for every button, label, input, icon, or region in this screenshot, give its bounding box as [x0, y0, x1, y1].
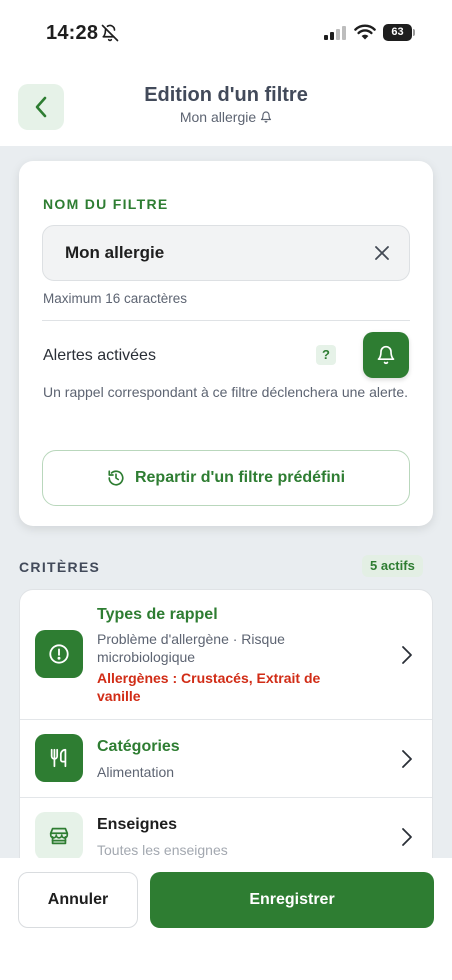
criteria-item-title: Enseignes: [97, 816, 178, 833]
filter-card: NOM DU FILTRE Maximum 16 caractères Aler…: [19, 161, 433, 526]
active-count-badge: 5 actifs: [362, 555, 423, 577]
cancel-button[interactable]: Annuler: [18, 872, 138, 928]
cellular-signal-icon: [324, 26, 346, 40]
chevron-right-icon: [402, 646, 412, 664]
criteria-item-title: Types de rappel: [97, 606, 218, 623]
alert-circle-icon: [49, 644, 69, 664]
bell-slash-icon: [101, 24, 119, 42]
bell-icon: [377, 345, 395, 365]
store-icon: [49, 827, 69, 845]
criteria-item-subtitle: Toutes les enseignes: [97, 842, 228, 858]
page-title: Edition d'un filtre: [144, 84, 308, 106]
page-subtitle: Mon allergie: [0, 109, 452, 125]
filter-name-input[interactable]: [65, 226, 345, 280]
recall-type-icon-container: [35, 630, 83, 678]
chevron-right-icon: [402, 828, 412, 846]
alerts-toggle-button[interactable]: [363, 332, 409, 378]
fork-knife-icon: [50, 748, 67, 768]
alerts-label: Alertes activées: [43, 347, 156, 364]
character-limit-hint: Maximum 16 caractères: [43, 291, 188, 306]
criteria-item-subtitle: Problème d'allergène · Risque microbiolo…: [97, 631, 285, 665]
status-time: 14:28: [46, 22, 99, 44]
criteria-list: Types de rappel Problème d'allergène · R…: [19, 589, 433, 858]
content-area: NOM DU FILTRE Maximum 16 caractères Aler…: [0, 146, 452, 858]
filter-name-field[interactable]: [42, 225, 410, 281]
history-icon: [108, 470, 124, 486]
category-icon-container: [35, 734, 83, 782]
section-label-filter-name: NOM DU FILTRE: [43, 196, 169, 212]
wifi-icon: [354, 24, 376, 40]
save-button[interactable]: Enregistrer: [150, 872, 434, 928]
preset-filter-button[interactable]: Repartir d'un filtre prédéfini: [42, 450, 410, 506]
preset-filter-label: Repartir d'un filtre prédéfini: [134, 469, 346, 486]
filter-name-subtitle: Mon allergie: [179, 109, 257, 125]
store-icon-container: [35, 812, 83, 858]
criteria-title: CRITÈRES: [19, 559, 101, 575]
criteria-item-recall-types[interactable]: Types de rappel Problème d'allergène · R…: [20, 590, 432, 719]
criteria-item-categories[interactable]: Catégories Alimentation: [20, 720, 432, 797]
help-button[interactable]: ?: [316, 345, 336, 365]
chevron-right-icon: [402, 750, 412, 768]
clear-icon[interactable]: [373, 244, 391, 262]
criteria-item-subtitle: Alimentation: [97, 764, 175, 780]
criteria-item-title: Catégories: [97, 738, 180, 755]
allergen-warning: Allergènes : Crustacés, Extrait de vanil…: [97, 670, 321, 704]
criteria-item-stores[interactable]: Enseignes Toutes les enseignes: [20, 798, 432, 858]
bell-icon: [261, 111, 272, 123]
battery-icon: 63: [383, 24, 415, 41]
footer-actions: Annuler Enregistrer: [0, 858, 452, 980]
divider: [42, 320, 410, 321]
battery-level: 63: [383, 24, 412, 41]
header: Edition d'un filtre Mon allergie: [0, 66, 452, 146]
alerts-description: Un rappel correspondant à ce filtre décl…: [43, 384, 408, 400]
status-bar: 14:28 63: [0, 0, 452, 66]
